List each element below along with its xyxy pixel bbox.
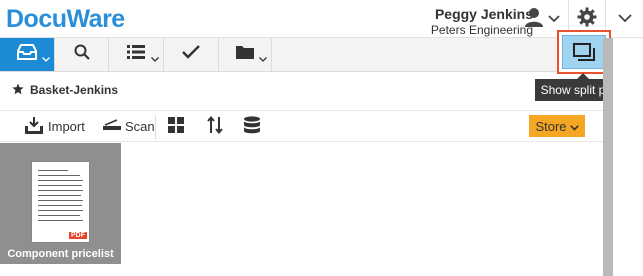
import-label: Import [48,119,85,134]
chevron-down-icon [548,10,560,28]
main-toolbar [0,38,643,72]
user-icon [524,7,544,32]
scan-button[interactable]: Scan [103,111,155,142]
search-icon [74,44,90,65]
store-label: Store [535,118,567,134]
grid-icon [168,117,184,136]
tasks-button[interactable] [164,38,219,71]
scan-icon [103,119,121,134]
docuware-logo: DocuWare [6,5,125,33]
split-pane-icon [562,35,606,69]
folder-button[interactable] [219,38,272,71]
import-button[interactable]: Import [24,111,85,142]
list-button[interactable] [109,38,164,71]
chevron-down-icon [42,49,50,67]
chevron-down-icon [259,49,267,67]
import-icon [24,116,44,137]
tile-view-button[interactable] [168,111,184,142]
basket-name: Basket-Jenkins [30,83,119,97]
list-icon [127,45,145,64]
pdf-badge: PDF [69,232,87,239]
gear-icon [577,7,597,32]
folder-icon [236,45,254,64]
star-icon[interactable] [12,83,24,98]
basket-title: Basket-Jenkins [12,82,118,98]
document-thumbnail: PDF [32,162,89,242]
database-icon [243,116,261,137]
sort-button[interactable] [207,111,223,142]
scan-label: Scan [125,119,155,134]
tray-icon [16,44,38,65]
right-pane-edge [613,38,643,276]
vertical-scrollbar[interactable] [603,38,613,276]
basket-content: PDF Component pricelist [0,143,603,276]
chevron-down-icon [151,49,159,67]
checkmark-icon [182,45,200,64]
database-button[interactable] [243,111,261,142]
app-header: DocuWare Peggy Jenkins Peters Engineerin… [0,0,643,38]
document-tile[interactable]: PDF Component pricelist [0,143,121,264]
document-label: Component pricelist [7,248,114,260]
chevron-down-icon [569,119,579,134]
actions-divider [155,115,156,139]
search-button[interactable] [55,38,109,71]
sort-icon [207,115,223,137]
store-button[interactable]: Store [529,115,585,137]
basket-actions-bar: Import Scan Store [0,110,603,142]
chevron-down-icon [617,10,632,28]
tray-button[interactable] [0,38,55,71]
